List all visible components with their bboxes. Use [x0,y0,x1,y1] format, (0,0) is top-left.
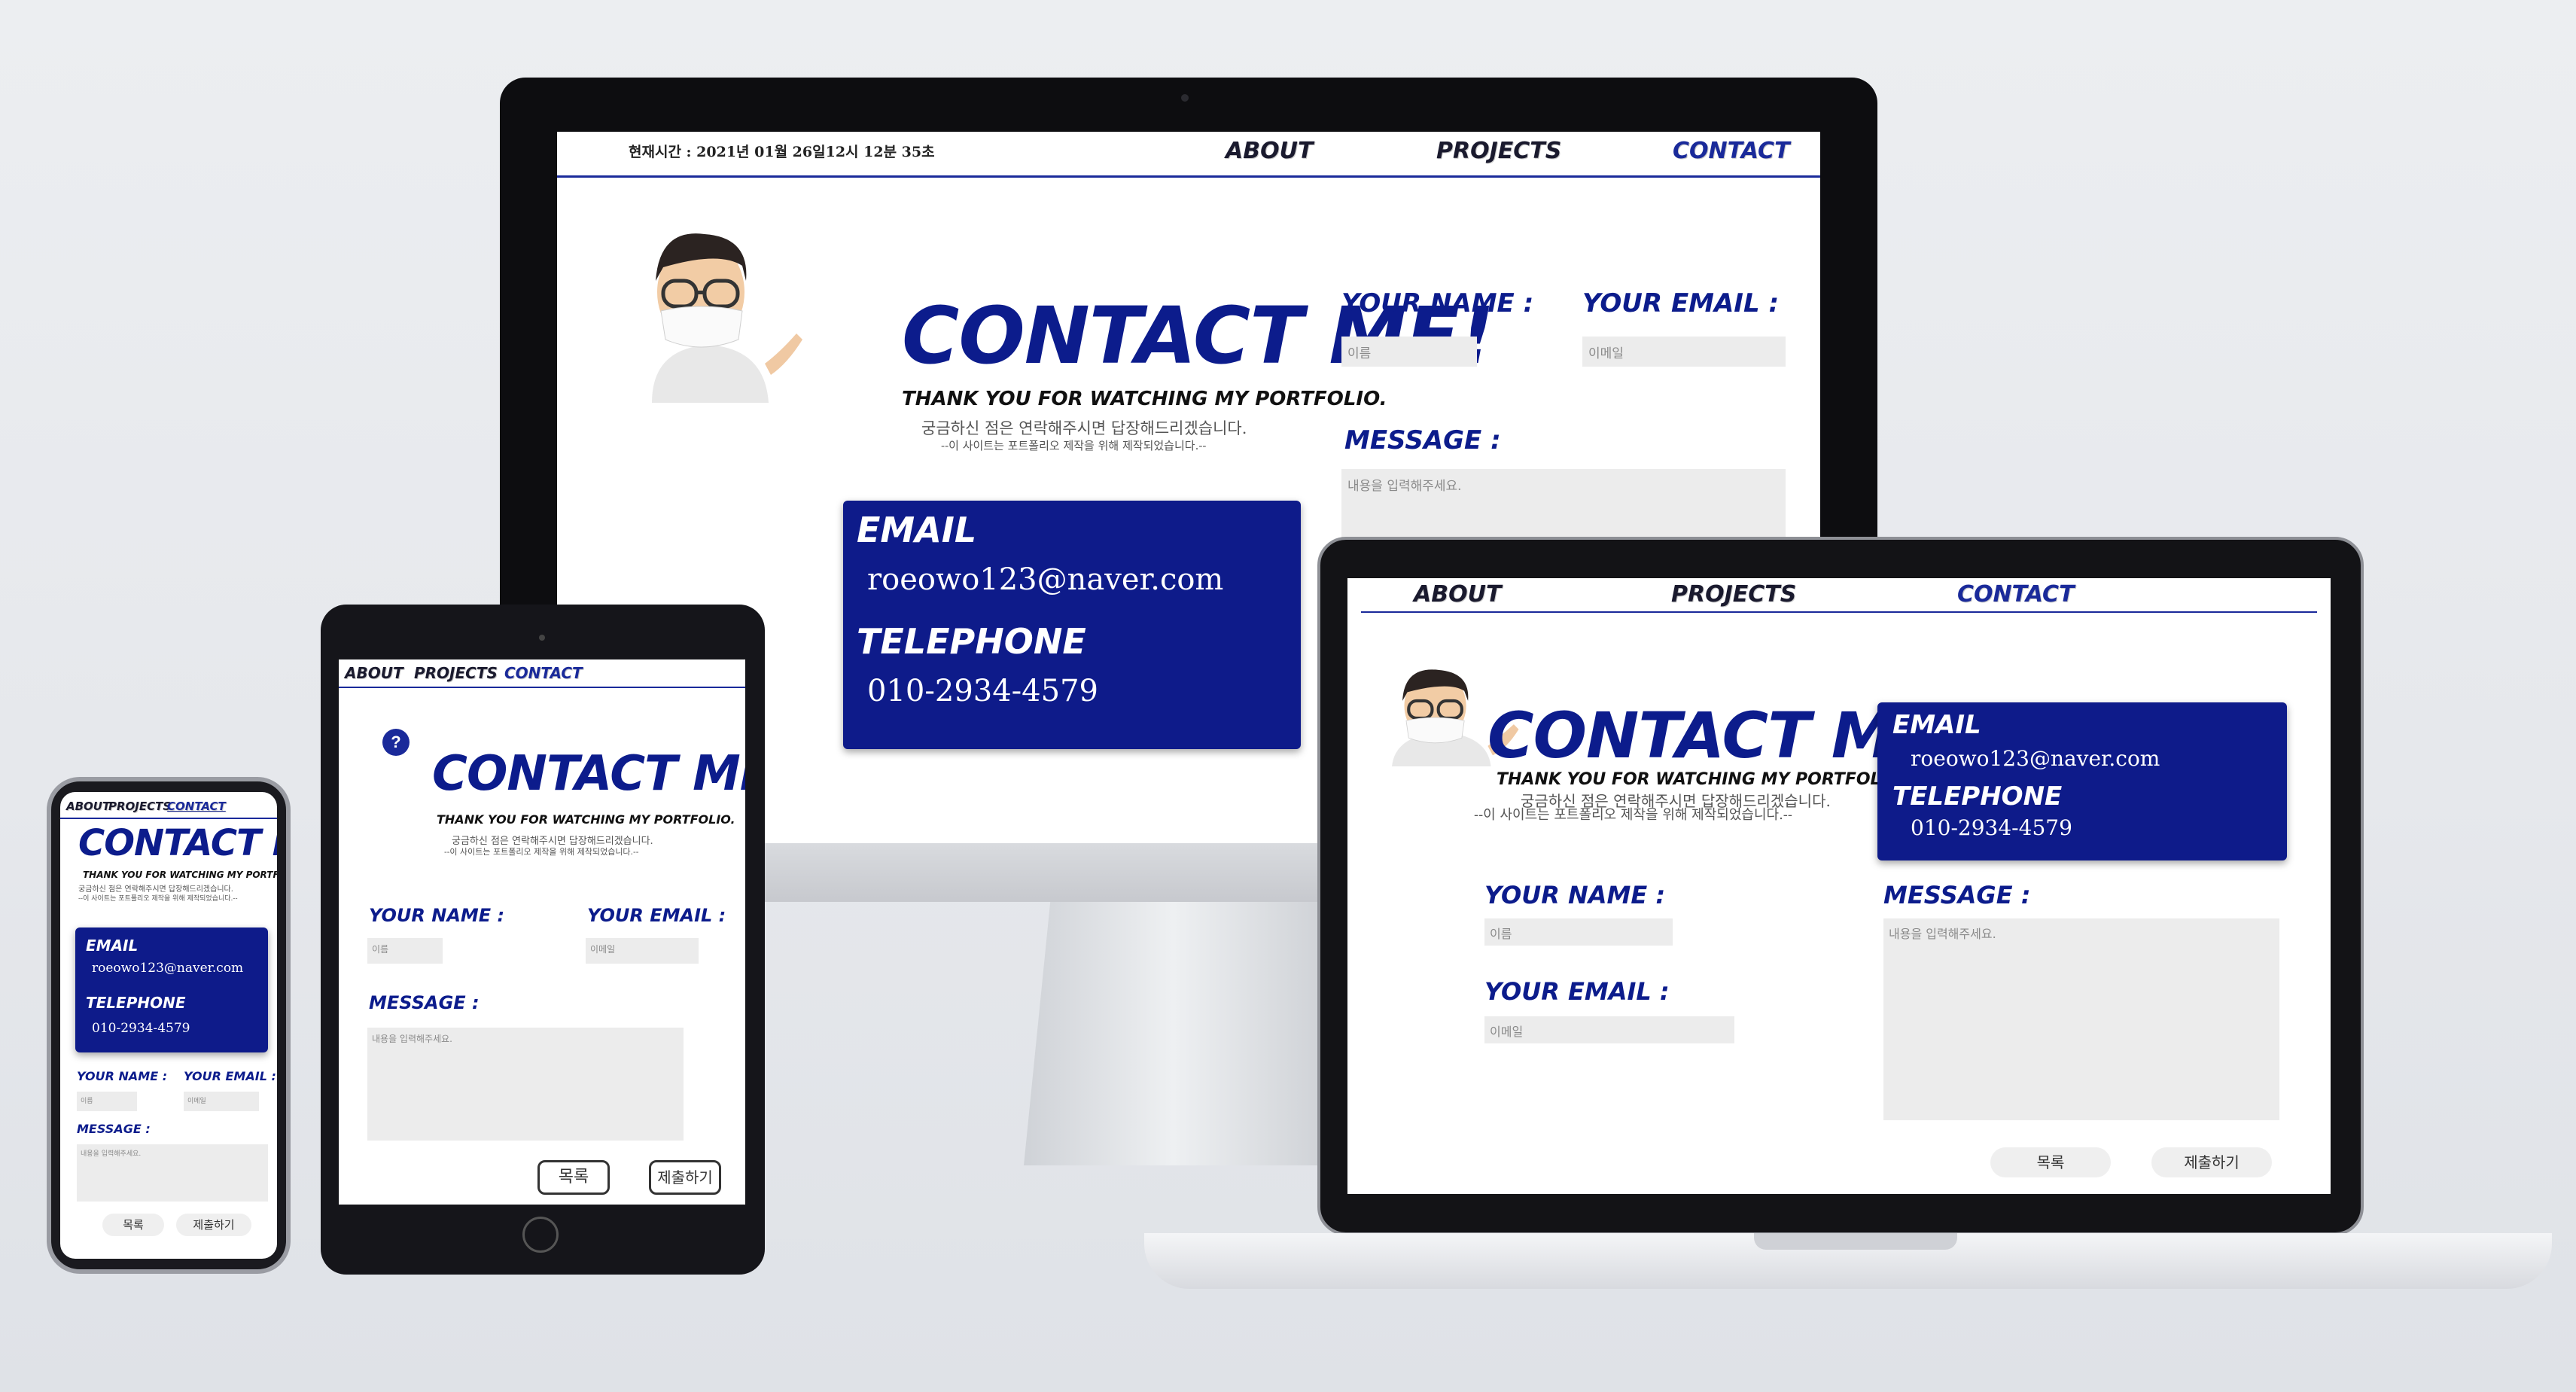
tablet-nav-projects[interactable]: PROJECTS [414,664,498,682]
phone-nav-about[interactable]: ABOUT [66,800,110,813]
tablet-nav-contact[interactable]: CONTACT [504,664,583,682]
telephone-value[interactable]: 010-2934-4579 [867,674,1098,708]
laptop-nav-projects[interactable]: PROJECTS [1671,581,1796,608]
tablet-subheading: THANK YOU FOR WATCHING MY PORTFOLIO. [437,812,735,827]
contact-line2: --이 사이트는 포트폴리오 제작을 위해 제작되었습니다.-- [941,439,1207,452]
phone-line1: 궁금하신 점은 연락해주시면 답장해드리겠습니다. [78,885,233,894]
tablet-submit-button[interactable]: 제출하기 [649,1160,721,1195]
phone-email-label: EMAIL [86,937,139,955]
phone-email-value[interactable]: roeowo123@naver.com [92,961,243,976]
phone-email-label-form: YOUR EMAIL : [184,1069,276,1083]
tablet-contact-heading: CONTACT ME! [432,746,745,802]
tablet-home-button[interactable] [522,1217,559,1253]
laptop-contact-card: EMAIL roeowo123@naver.com TELEPHONE 010-… [1877,702,2287,860]
contact-subheading: THANK YOU FOR WATCHING MY PORTFOLIO. [902,388,1387,410]
phone-name-input[interactable]: 이름 [77,1092,137,1111]
phone-list-button[interactable]: 목록 [102,1214,164,1236]
phone-contact-card: EMAIL roeowo123@naver.com TELEPHONE 010-… [75,927,268,1052]
phone-subheading: THANK YOU FOR WATCHING MY PORTFOLIO. [83,870,277,880]
contact-line1: 궁금하신 점은 연락해주시면 답장해드리겠습니다. [921,419,1247,437]
message-label: MESSAGE : [1344,425,1501,455]
phone-submit-button[interactable]: 제출하기 [176,1214,251,1236]
laptop-name-label: YOUR NAME : [1484,881,1666,909]
laptop-name-input[interactable]: 이름 [1484,918,1673,946]
phone-header: ABOUT PROJECTS CONTACT [60,792,277,819]
phone-message-label: MESSAGE : [77,1122,151,1136]
phone-message-input[interactable]: 내용을 입력해주세요. [77,1144,268,1202]
phone-telephone-label: TELEPHONE [86,994,186,1012]
name-label: YOUR NAME : [1341,288,1534,318]
laptop-line2: --이 사이트는 포트폴리오 제작을 위해 제작되었습니다.-- [1474,807,1792,823]
header-bar: 현재시간 : 2021년 01월 26일12시 12분 35초 ABOUT PR… [557,132,1820,178]
phone-telephone-value[interactable]: 010-2934-4579 [92,1021,190,1036]
laptop-telephone-label: TELEPHONE [1892,781,2063,812]
laptop-screen: ABOUT PROJECTS CONTACT CONTACT ME! THANK… [1347,578,2331,1194]
laptop-notch [1754,1233,1957,1250]
laptop-subheading: THANK YOU FOR WATCHING MY PORTFOLIO. [1497,770,1908,789]
tablet-list-button[interactable]: 목록 [537,1160,610,1195]
nav-about[interactable]: ABOUT [1226,138,1313,164]
tablet-name-input[interactable]: 이름 [367,938,443,964]
monitor-stand [1024,902,1355,1165]
tablet-email-input[interactable]: 이메일 [586,938,699,964]
monitor-camera [1181,94,1189,102]
phone-contact-heading: CONTACT ME! [78,822,277,864]
phone-line2: --이 사이트는 포트폴리오 제작을 위해 제작되었습니다.-- [78,895,238,903]
email-input[interactable]: 이메일 [1582,337,1786,367]
name-input[interactable]: 이름 [1341,337,1477,367]
tablet-name-label: YOUR NAME : [369,905,505,926]
phone-email-input[interactable]: 이메일 [184,1092,259,1111]
laptop-nav-about[interactable]: ABOUT [1414,581,1501,608]
laptop-list-button[interactable]: 목록 [1990,1147,2111,1177]
tablet-nav-about[interactable]: ABOUT [345,664,403,682]
laptop-telephone-value[interactable]: 010-2934-4579 [1911,815,2072,840]
laptop-nav-contact[interactable]: CONTACT [1957,581,2075,608]
nav-projects[interactable]: PROJECTS [1436,138,1561,164]
tablet-message-input[interactable]: 내용을 입력해주세요. [367,1028,684,1141]
contact-card: EMAIL roeowo123@naver.com TELEPHONE 010-… [843,501,1301,749]
phone-nav-projects[interactable]: PROJECTS [108,800,171,813]
email-field-label: YOUR EMAIL : [1582,288,1780,318]
tablet-line2: --이 사이트는 포트폴리오 제작을 위해 제작되었습니다.-- [444,847,639,857]
laptop-message-input[interactable]: 내용을 입력해주세요. [1883,918,2279,1120]
tablet-header: ABOUT PROJECTS CONTACT [339,659,745,688]
avatar-icon [652,233,802,403]
tablet-message-label: MESSAGE : [369,992,480,1013]
telephone-label: TELEPHONE [857,621,1086,662]
laptop-header: ABOUT PROJECTS CONTACT [1361,578,2317,613]
clock-text: 현재시간 : 2021년 01월 26일12시 12분 35초 [629,144,935,160]
tablet-email-label: YOUR EMAIL : [587,905,726,926]
phone-name-label: YOUR NAME : [77,1069,168,1083]
laptop-message-label: MESSAGE : [1883,881,2031,909]
tablet-camera [539,635,545,641]
email-label: EMAIL [857,510,977,550]
nav-contact[interactable]: CONTACT [1673,138,1790,164]
laptop-email-value[interactable]: roeowo123@naver.com [1911,746,2160,771]
tablet-screen: ABOUT PROJECTS CONTACT ? CONTACT ME! THA… [339,659,745,1205]
phone-nav-contact[interactable]: CONTACT [167,800,226,813]
email-value[interactable]: roeowo123@naver.com [867,562,1223,597]
laptop-submit-button[interactable]: 제출하기 [2151,1147,2272,1177]
phone-screen: ABOUT PROJECTS CONTACT CONTACT ME! THANK… [60,792,277,1259]
laptop-email-field-label: YOUR EMAIL : [1484,977,1670,1006]
laptop-email-input[interactable]: 이메일 [1484,1016,1734,1043]
laptop-email-label: EMAIL [1892,710,1981,740]
help-icon[interactable]: ? [382,729,410,756]
